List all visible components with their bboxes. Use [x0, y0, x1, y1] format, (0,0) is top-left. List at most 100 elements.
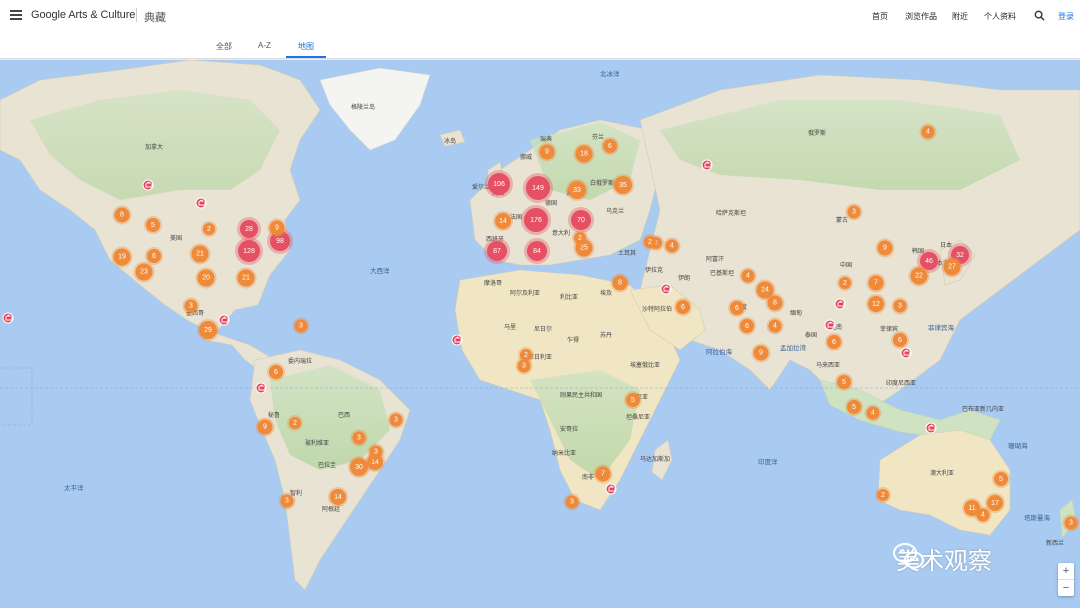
world-map[interactable]: 格陵兰岛 加拿大 美国 墨西哥 委内瑞拉 秘鲁 巴西 玻利维亚 巴拉圭 阿根廷 … — [0, 60, 1080, 608]
login-link[interactable]: 登录 — [1058, 11, 1074, 22]
museum-pin[interactable] — [834, 298, 846, 310]
cluster-marker[interactable]: 14 — [330, 489, 346, 505]
cluster-marker[interactable]: 29 — [199, 321, 217, 339]
cluster-marker[interactable]: 87 — [487, 241, 507, 261]
cluster-marker[interactable]: 5 — [146, 218, 160, 232]
cluster-marker[interactable]: 6 — [269, 365, 283, 379]
cluster-marker[interactable]: 3 — [369, 445, 383, 459]
cluster-marker[interactable]: 4 — [921, 125, 935, 139]
cluster-marker[interactable]: 30 — [350, 458, 368, 476]
tab-map[interactable]: 地图 — [298, 41, 314, 52]
cluster-marker[interactable]: 106 — [488, 173, 510, 195]
museum-pin[interactable] — [925, 422, 937, 434]
cluster-marker[interactable]: 3 — [352, 431, 366, 445]
cluster-marker[interactable]: 6 — [827, 335, 841, 349]
search-icon[interactable] — [1034, 10, 1045, 21]
cluster-marker[interactable]: 9 — [269, 220, 285, 236]
cluster-marker[interactable]: 5 — [847, 400, 861, 414]
museum-pin[interactable] — [218, 314, 230, 326]
nav-home[interactable]: 首页 — [872, 11, 888, 22]
cluster-marker[interactable]: 6 — [676, 300, 690, 314]
menu-icon[interactable] — [10, 10, 22, 20]
zoom-in-button[interactable]: + — [1058, 563, 1074, 579]
museum-pin[interactable] — [451, 334, 463, 346]
cluster-marker[interactable]: 4 — [976, 508, 990, 522]
cluster-marker[interactable]: 4 — [866, 406, 880, 420]
cluster-marker[interactable]: 84 — [527, 241, 547, 261]
cluster-marker[interactable]: 2 — [289, 417, 301, 429]
cluster-marker[interactable]: 5 — [994, 472, 1008, 486]
museum-pin[interactable] — [605, 483, 617, 495]
cluster-marker[interactable]: 3 — [280, 494, 294, 508]
cluster-marker[interactable]: 6 — [730, 301, 744, 315]
nav-browse[interactable]: 浏览作品 — [905, 11, 937, 22]
cluster-marker[interactable]: 2 — [839, 277, 851, 289]
museum-pin[interactable] — [900, 347, 912, 359]
cluster-marker[interactable]: 21 — [237, 269, 255, 287]
cluster-marker[interactable]: 3 — [1064, 516, 1078, 530]
cluster-marker[interactable]: 6 — [893, 333, 907, 347]
museum-pin[interactable] — [701, 159, 713, 171]
cluster-marker[interactable]: 9 — [539, 144, 555, 160]
nav-nearby[interactable]: 附近 — [952, 11, 968, 22]
cluster-marker[interactable]: 22 — [910, 267, 928, 285]
cluster-marker[interactable]: 6 — [147, 249, 161, 263]
cluster-marker[interactable]: 2 — [574, 232, 586, 244]
museum-pin[interactable] — [195, 197, 207, 209]
cluster-marker[interactable]: 8 — [767, 295, 783, 311]
cluster-marker[interactable]: 8 — [612, 275, 628, 291]
tab-all[interactable]: 全部 — [216, 41, 232, 52]
cluster-marker[interactable]: 6 — [603, 139, 617, 153]
cluster-marker[interactable]: 8 — [114, 207, 130, 223]
cluster-marker[interactable]: 23 — [135, 263, 153, 281]
cluster-marker[interactable]: 21 — [191, 245, 209, 263]
cluster-marker[interactable]: 9 — [257, 419, 273, 435]
zoom-out-button[interactable]: − — [1058, 580, 1074, 596]
cluster-marker[interactable]: 70 — [571, 210, 591, 230]
cluster-marker[interactable]: 9 — [877, 240, 893, 256]
cluster-marker[interactable]: 6 — [740, 319, 754, 333]
cluster-marker[interactable]: 176 — [524, 208, 548, 232]
cluster-marker[interactable]: 2 — [203, 223, 215, 235]
cluster-marker[interactable]: 3 — [565, 495, 579, 509]
cluster-marker[interactable]: 3 — [184, 299, 198, 313]
cluster-marker[interactable]: 5 — [626, 393, 640, 407]
museum-pin[interactable] — [142, 179, 154, 191]
cluster-marker[interactable]: 46 — [920, 252, 938, 270]
ocean-arabian-sea: 阿拉伯海 — [706, 349, 732, 356]
museum-pin[interactable] — [660, 283, 672, 295]
cluster-marker[interactable]: 2 — [644, 236, 656, 248]
cluster-marker[interactable]: 3 — [893, 299, 907, 313]
cluster-marker[interactable]: 4 — [665, 239, 679, 253]
cluster-marker[interactable]: 7 — [595, 466, 611, 482]
cluster-marker[interactable]: 7 — [868, 275, 884, 291]
cluster-marker[interactable]: 128 — [238, 240, 260, 262]
cluster-marker[interactable]: 14 — [495, 213, 511, 229]
cluster-marker[interactable]: 18 — [575, 145, 593, 163]
cluster-marker[interactable]: 27 — [943, 258, 961, 276]
cluster-marker[interactable]: 9 — [753, 345, 769, 361]
cluster-marker[interactable]: 28 — [240, 220, 258, 238]
cluster-marker[interactable]: 19 — [113, 248, 131, 266]
cluster-marker[interactable]: 4 — [768, 319, 782, 333]
museum-pin[interactable] — [2, 312, 14, 324]
cluster-marker[interactable]: 20 — [197, 269, 215, 287]
brand-logo[interactable]: Google Arts & Culture — [31, 9, 135, 21]
cluster-marker[interactable]: 35 — [614, 176, 632, 194]
cluster-marker[interactable]: 17 — [987, 495, 1003, 511]
cluster-marker[interactable]: 149 — [526, 176, 550, 200]
cluster-marker[interactable]: 3 — [389, 413, 403, 427]
cluster-marker[interactable]: 2 — [877, 489, 889, 501]
cluster-marker[interactable]: 3 — [517, 359, 531, 373]
museum-pin[interactable] — [255, 382, 267, 394]
cluster-marker[interactable]: 12 — [868, 296, 884, 312]
cluster-marker[interactable]: 4 — [741, 269, 755, 283]
cluster-marker[interactable]: 5 — [837, 375, 851, 389]
cluster-marker[interactable]: 3 — [294, 319, 308, 333]
cluster-marker[interactable]: 3 — [847, 205, 861, 219]
cluster-marker[interactable]: 2 — [520, 349, 532, 361]
nav-profile[interactable]: 个人资料 — [984, 11, 1016, 22]
museum-pin[interactable] — [824, 319, 836, 331]
tab-a-z[interactable]: A-Z — [258, 41, 271, 50]
cluster-marker[interactable]: 33 — [568, 181, 586, 199]
